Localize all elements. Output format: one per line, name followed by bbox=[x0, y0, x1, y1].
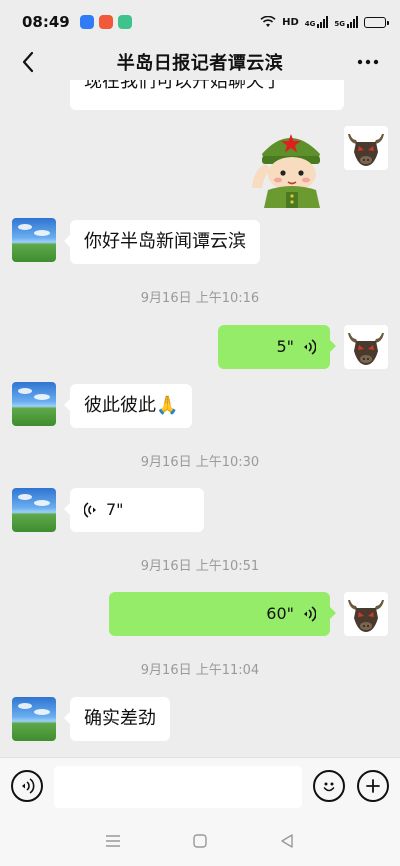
home-icon[interactable] bbox=[192, 833, 208, 849]
app-notification-icon bbox=[98, 15, 113, 29]
message-bubble[interactable]: 确实差劲 bbox=[64, 697, 170, 741]
bull-avatar-image bbox=[344, 592, 388, 636]
page-title: 半岛日报记者谭云滨 bbox=[116, 53, 284, 74]
app-notification-icon bbox=[117, 15, 132, 29]
message-timestamp: 9月16日 上午10:16 bbox=[140, 291, 260, 306]
voice-wave-icon bbox=[304, 606, 316, 622]
message-text: 确实差劲 bbox=[84, 708, 156, 729]
status-indicators: HD 4G 5G bbox=[260, 16, 389, 28]
emoji-button[interactable] bbox=[313, 770, 345, 802]
avatar-contact[interactable] bbox=[12, 382, 56, 426]
avatar-contact[interactable] bbox=[12, 697, 56, 741]
voice-message-sent[interactable]: 60" bbox=[109, 592, 336, 636]
avatar-self[interactable] bbox=[344, 126, 388, 170]
voice-duration: 5" bbox=[276, 337, 294, 356]
message-bubble[interactable]: 彼此彼此🙏 bbox=[63, 384, 193, 428]
message-text: 你好半岛新闻谭云滨 bbox=[84, 231, 246, 252]
message-bubble[interactable]: 你好半岛新闻谭云滨 bbox=[64, 220, 260, 264]
plus-icon bbox=[366, 779, 380, 793]
avatar-contact[interactable] bbox=[12, 218, 56, 262]
signal-label: 4G bbox=[304, 20, 316, 28]
bull-avatar-image bbox=[344, 126, 388, 170]
message-input[interactable] bbox=[54, 766, 302, 808]
message-timestamp: 9月16日 上午10:51 bbox=[140, 559, 260, 574]
more-button[interactable] bbox=[354, 48, 382, 76]
voice-duration: 60" bbox=[266, 604, 294, 623]
back-button[interactable] bbox=[14, 48, 42, 76]
sticker-soldier[interactable] bbox=[248, 124, 332, 208]
voice-wave-icon bbox=[304, 339, 316, 355]
network-label: HD bbox=[282, 16, 299, 28]
avatar-self[interactable] bbox=[344, 592, 388, 636]
emoji-icon bbox=[323, 782, 335, 792]
back-nav-icon[interactable] bbox=[279, 833, 295, 849]
voice-duration: 7" bbox=[106, 500, 124, 519]
avatar-contact[interactable] bbox=[12, 488, 56, 532]
chat-messages[interactable]: 现在我们可以开始聊天了 你好半岛新闻谭云滨 9月16日 上午10:16 5" 彼… bbox=[0, 80, 400, 757]
message-text: 现在我们可以开始聊天了 bbox=[84, 80, 282, 92]
voice-message-received[interactable]: 7" bbox=[64, 488, 204, 532]
message-timestamp: 9月16日 上午10:30 bbox=[140, 455, 260, 470]
status-bar: 08:49 HD 4G 5G bbox=[0, 0, 400, 44]
chevron-left-icon bbox=[22, 51, 34, 73]
voice-wave-icon bbox=[84, 502, 96, 518]
voice-icon bbox=[22, 778, 35, 794]
signal-icon: 5G bbox=[334, 16, 358, 28]
soldier-sticker-image bbox=[252, 134, 320, 208]
message-text: 彼此彼此🙏 bbox=[84, 395, 179, 416]
battery-icon bbox=[364, 16, 389, 28]
signal-icon: 4G bbox=[305, 16, 329, 28]
bull-avatar-image bbox=[344, 325, 388, 369]
add-button[interactable] bbox=[357, 770, 389, 802]
status-time: 08:49 bbox=[22, 13, 70, 31]
message-bubble-partial[interactable]: 现在我们可以开始聊天了 bbox=[70, 80, 344, 110]
signal-label: 5G bbox=[334, 20, 345, 28]
voice-toggle-button[interactable] bbox=[11, 770, 43, 802]
input-bar bbox=[0, 757, 400, 815]
chat-header: 半岛日报记者谭云滨 bbox=[0, 44, 400, 80]
message-timestamp: 9月16日 上午11:04 bbox=[140, 663, 260, 678]
system-nav-bar bbox=[0, 815, 400, 866]
wifi-icon bbox=[260, 16, 276, 27]
app-notification-icon bbox=[79, 15, 94, 29]
avatar-self[interactable] bbox=[344, 325, 388, 369]
more-dots-icon bbox=[357, 59, 379, 65]
voice-message-sent[interactable]: 5" bbox=[218, 325, 336, 369]
menu-icon[interactable] bbox=[105, 834, 121, 848]
